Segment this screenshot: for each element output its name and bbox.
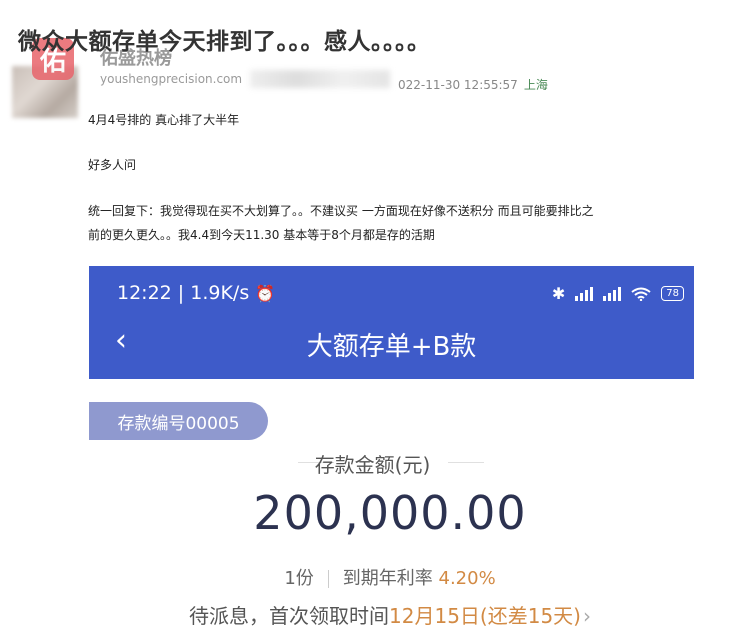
status-time-text: 12:22 | 1.9K/s xyxy=(117,282,250,304)
app-header: 12:22 | 1.9K/s ⏰ ✱ 78 ‹ 大额存单+B款 xyxy=(89,266,694,379)
post-meta: 022-11-30 12:55:57 上海 xyxy=(398,76,548,93)
days-remaining: (还差15天) xyxy=(479,604,581,628)
post-timestamp: 022-11-30 12:55:57 xyxy=(398,78,518,92)
deposit-amount: 200,000.00 xyxy=(253,486,527,540)
post-text-line: 4月4号排的 真心排了大半年 xyxy=(88,113,240,127)
signal-icon xyxy=(575,286,594,301)
username-blurred xyxy=(250,70,390,88)
page-title: 大额存单+B款 xyxy=(306,332,477,362)
status-bar-icons: ✱ 78 xyxy=(552,284,684,303)
battery-indicator: 78 xyxy=(661,286,684,301)
deposit-details: 1份 到期年利率 4.20% xyxy=(0,564,745,590)
deposit-number-badge: 存款编号00005 xyxy=(89,402,268,440)
post-text-line: 前的更久更久。。我4.4到今天11.30 基本等于8个月都是存的活期 xyxy=(88,228,435,242)
post-location: 上海 xyxy=(523,78,548,92)
post-text-line: 好多人问 xyxy=(88,158,137,172)
first-payout-date: 12月15日 xyxy=(389,604,480,628)
alarm-icon: ⏰ xyxy=(255,284,276,303)
post-text-line: 统一回复下：我觉得现在买不大划算了。。不建议买 一方面现在好像不送积分 而且可能… xyxy=(88,204,594,218)
bluetooth-icon: ✱ xyxy=(551,284,566,303)
interest-status: 待派息，首次领取时间 xyxy=(189,604,390,628)
interest-payout-row[interactable]: 待派息，首次领取时间12月15日(还差15天) › xyxy=(0,600,745,629)
post-title: 微众大额存单今天排到了。。。感人。。。。 xyxy=(18,29,431,55)
divider xyxy=(327,570,329,588)
rate-label: 到期年利率 xyxy=(342,568,433,589)
status-bar-time: 12:22 | 1.9K/s ⏰ xyxy=(117,282,275,304)
interest-rate: 4.20% xyxy=(438,568,496,589)
chevron-right-icon: › xyxy=(582,604,591,628)
amount-label: 存款金额(元) xyxy=(314,453,431,477)
shares-count: 1份 xyxy=(284,568,314,589)
signal-icon xyxy=(603,286,622,301)
wifi-icon xyxy=(631,287,651,301)
watermark-url: youshengprecision.com xyxy=(100,72,243,86)
